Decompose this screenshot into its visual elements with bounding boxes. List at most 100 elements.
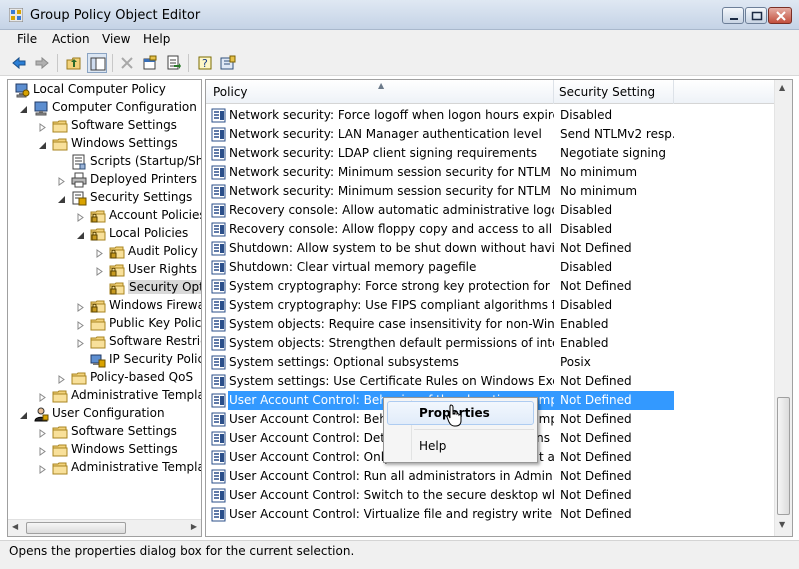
tree-item[interactable]: Windows Settings [8, 441, 201, 459]
scrollbar-thumb[interactable] [26, 522, 126, 534]
policy-row[interactable]: Network security: Minimum session securi… [206, 182, 774, 201]
policy-row[interactable]: Network security: LDAP client signing re… [206, 144, 774, 163]
policy-name: System cryptography: Use FIPS compliant … [229, 298, 554, 312]
tree-item[interactable]: IP Security Policies [8, 351, 201, 369]
policy-row[interactable]: System settings: Optional subsystems Posi… [206, 353, 774, 372]
policy-row[interactable]: Network security: LAN Manager authentica… [206, 125, 774, 144]
forward-button[interactable] [32, 53, 52, 73]
tree-item[interactable]: Public Key Policies [8, 315, 201, 333]
tree-item[interactable]: Deployed Printers [8, 171, 201, 189]
show-hide-tree-button[interactable] [87, 53, 107, 73]
tree-item[interactable]: Administrative Templates [8, 459, 201, 477]
properties-button[interactable] [140, 53, 160, 73]
tree-item[interactable]: Software Settings [8, 117, 201, 135]
tree-item[interactable]: Local Computer Policy [8, 81, 201, 99]
tree-item[interactable]: User Configuration [8, 405, 201, 423]
tree-item-label: Windows Settings [71, 442, 178, 456]
tree-item[interactable]: Computer Configuration [8, 99, 201, 117]
policy-row[interactable]: Shutdown: Clear virtual memory pagefile D… [206, 258, 774, 277]
tree-item[interactable]: Policy-based QoS [8, 369, 201, 387]
expand-arrow-icon[interactable] [76, 211, 85, 222]
policy-row[interactable]: Network security: Force logoff when logo… [206, 106, 774, 125]
column-header-policy[interactable]: Policy [213, 85, 248, 99]
tree-item[interactable]: User Rights Assignment [8, 261, 201, 279]
menu-view[interactable]: View [100, 32, 132, 46]
tree-horizontal-scrollbar[interactable]: ◀ ▶ [8, 519, 201, 536]
scrollbar-thumb[interactable] [777, 397, 790, 515]
policy-row[interactable]: Recovery console: Allow automatic admini… [206, 201, 774, 220]
policy-list[interactable]: ▲ Policy Security Setting ▲ ▼ Network se… [205, 79, 793, 537]
expand-arrow-icon[interactable] [38, 445, 47, 456]
collapse-arrow-icon[interactable] [38, 139, 47, 149]
policy-row[interactable]: User Account Control: Run all administra… [206, 467, 774, 486]
tree-item[interactable]: Administrative Templates [8, 387, 201, 405]
scroll-left-arrow-icon[interactable]: ◀ [12, 522, 18, 531]
security-setting-value: Disabled [560, 203, 613, 217]
policy-row[interactable]: System objects: Require case insensitivi… [206, 315, 774, 334]
computer-icon [33, 100, 49, 116]
scroll-right-arrow-icon[interactable]: ▶ [191, 522, 197, 531]
menu-action[interactable]: Action [50, 32, 92, 46]
tree-item[interactable]: Local Policies [8, 225, 201, 243]
policy-row[interactable]: User Account Control: Virtualize file an… [206, 505, 774, 524]
policy-row[interactable]: System cryptography: Force strong key pr… [206, 277, 774, 296]
list-vertical-scrollbar[interactable]: ▲ ▼ [774, 80, 792, 536]
policy-row[interactable]: System objects: Strengthen default permi… [206, 334, 774, 353]
tree-item[interactable]: Software Restriction [8, 333, 201, 351]
expand-arrow-icon[interactable] [38, 121, 47, 132]
tree-item[interactable]: Software Settings [8, 423, 201, 441]
scroll-up-arrow-icon[interactable]: ▲ [779, 83, 785, 92]
tree-item[interactable]: Account Policies [8, 207, 201, 225]
policy-row[interactable]: Shutdown: Allow system to be shut down w… [206, 239, 774, 258]
close-button[interactable] [768, 7, 792, 24]
policy-row[interactable]: Network security: Minimum session securi… [206, 163, 774, 182]
console-tree[interactable]: Administrative Templates Windows Settings… [7, 79, 202, 537]
expand-arrow-icon[interactable] [57, 373, 66, 384]
policy-row[interactable]: User Account Control: Switch to the secu… [206, 486, 774, 505]
expand-arrow-icon[interactable] [38, 391, 47, 402]
expand-arrow-icon[interactable] [95, 247, 104, 258]
toolbar-separator [57, 54, 58, 72]
tree-item-label: User Configuration [52, 406, 165, 420]
tree-item[interactable]: Security Settings [8, 189, 201, 207]
tree-item-label: Local Computer Policy [33, 82, 166, 96]
security-settings-icon [71, 190, 87, 206]
tree-item[interactable]: Scripts (Startup/Shutdown) [8, 153, 201, 171]
maximize-button[interactable] [745, 7, 767, 24]
minimize-button[interactable] [722, 7, 744, 24]
policy-row[interactable]: System cryptography: Use FIPS compliant … [206, 296, 774, 315]
tree-item[interactable]: Security Options [8, 279, 201, 297]
security-setting-value: No minimum [560, 184, 638, 198]
help-topics-button[interactable] [218, 53, 238, 73]
tree-item[interactable]: Audit Policy [8, 243, 201, 261]
delete-button[interactable] [117, 53, 137, 73]
collapse-arrow-icon[interactable] [57, 193, 66, 203]
scroll-down-arrow-icon[interactable]: ▼ [779, 520, 785, 529]
menu-help[interactable]: Help [141, 32, 172, 46]
collapse-arrow-icon[interactable] [19, 409, 28, 419]
tree-item[interactable]: Windows Firewall [8, 297, 201, 315]
collapse-arrow-icon[interactable] [19, 103, 28, 113]
policy-name: User Account Control: Run all administra… [229, 469, 554, 483]
expand-arrow-icon[interactable] [38, 463, 47, 474]
column-divider[interactable] [553, 80, 554, 104]
tree-item[interactable]: Windows Settings [8, 135, 201, 153]
expand-arrow-icon[interactable] [76, 337, 85, 348]
expand-arrow-icon[interactable] [38, 427, 47, 438]
collapse-arrow-icon[interactable] [76, 229, 85, 239]
menu-file[interactable]: File [15, 32, 39, 46]
expand-arrow-icon[interactable] [76, 319, 85, 330]
expand-arrow-icon[interactable] [57, 175, 66, 186]
column-header-security-setting[interactable]: Security Setting [559, 85, 655, 99]
svg-text:?: ? [202, 57, 208, 70]
expand-arrow-icon[interactable] [95, 265, 104, 276]
up-one-level-button[interactable] [64, 53, 84, 73]
policy-row[interactable]: System settings: Use Certificate Rules o… [206, 372, 774, 391]
column-divider[interactable] [673, 80, 674, 104]
expand-arrow-icon[interactable] [76, 301, 85, 312]
context-menu-help[interactable]: Help [419, 439, 446, 453]
back-button[interactable] [9, 53, 29, 73]
policy-row[interactable]: Recovery console: Allow floppy copy and … [206, 220, 774, 239]
help-button[interactable]: ? [195, 53, 215, 73]
export-list-button[interactable] [163, 53, 183, 73]
